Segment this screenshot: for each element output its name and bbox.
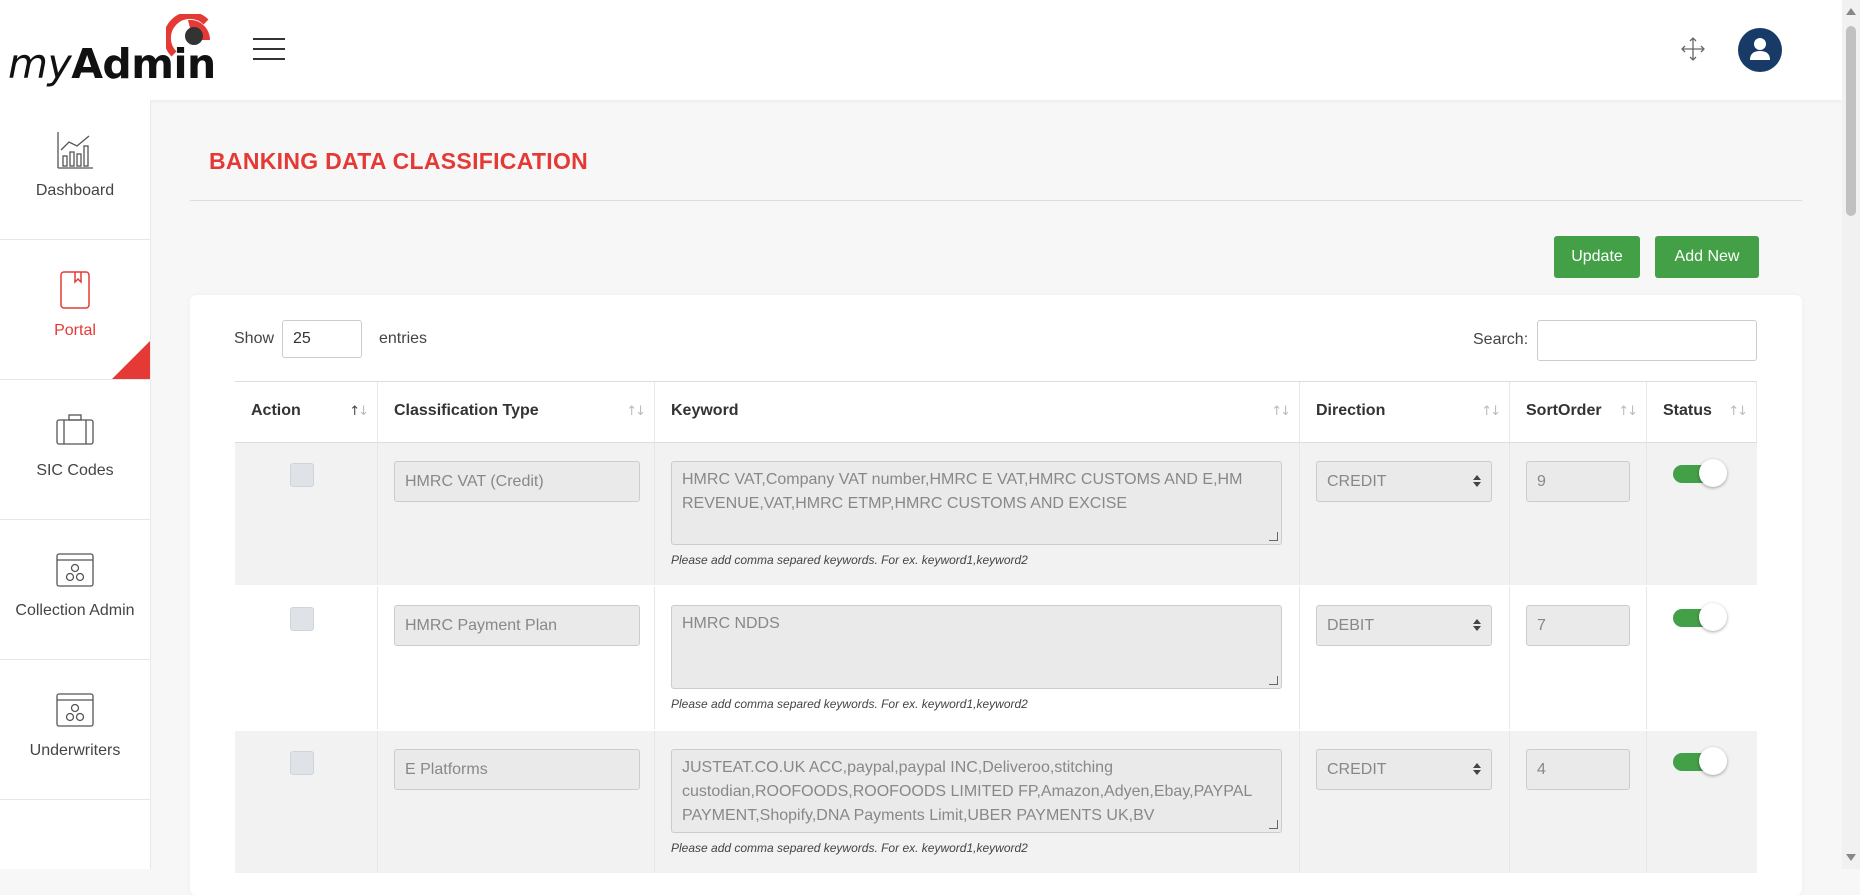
top-bar: myAdmin (0, 0, 1842, 100)
keyword-textarea[interactable]: JUSTEAT.CO.UK ACC,paypal,paypal INC,Deli… (671, 749, 1282, 833)
classification-type-field[interactable]: HMRC Payment Plan (394, 605, 640, 646)
direction-select[interactable]: DEBIT (1316, 605, 1492, 646)
sidebar-item-label: Dashboard (35, 182, 115, 199)
sidebar-item-sic-codes[interactable]: SIC Codes (0, 380, 150, 520)
column-header-keyword[interactable]: Keyword ↑↓ (655, 382, 1300, 442)
column-header-sortorder[interactable]: SortOrder ↑↓ (1510, 382, 1647, 442)
scroll-down-icon[interactable] (1846, 854, 1856, 861)
hamburger-icon[interactable] (253, 38, 285, 62)
row-checkbox[interactable] (290, 463, 314, 487)
logo-mark-icon (166, 14, 211, 57)
select-arrows-icon (1473, 763, 1481, 775)
scroll-up-icon[interactable] (1846, 8, 1856, 15)
sort-icon: ↑↓ (1728, 404, 1748, 419)
table-row: E Platforms JUSTEAT.CO.UK ACC,paypal,pay… (235, 731, 1757, 875)
resize-handle-icon[interactable] (1269, 676, 1278, 685)
status-toggle[interactable] (1673, 747, 1727, 775)
classification-type-field[interactable]: E Platforms (394, 749, 640, 790)
classification-type-field[interactable]: HMRC VAT (Credit) (394, 461, 640, 502)
sidebar-item-label: Underwriters (29, 742, 121, 759)
table-row: HMRC Payment Plan HMRC NDDS Please add c… (235, 587, 1757, 731)
window-gears-icon (56, 553, 94, 587)
keyword-hint: Please add comma separed keywords. For e… (671, 841, 1028, 855)
book-icon (60, 271, 90, 309)
sort-icon: ↑↓ (1481, 404, 1501, 419)
sidebar-item-underwriters[interactable]: Underwriters (0, 660, 150, 800)
direction-select[interactable]: CREDIT (1316, 461, 1492, 502)
entries-label: entries (379, 330, 428, 347)
keyword-hint: Please add comma separed keywords. For e… (671, 553, 1028, 567)
page-scrollbar[interactable] (1842, 0, 1860, 869)
add-new-button[interactable]: Add New (1655, 236, 1759, 278)
user-icon (1750, 38, 1770, 60)
row-checkbox[interactable] (290, 751, 314, 775)
show-label: Show (234, 330, 275, 347)
status-toggle[interactable] (1673, 459, 1727, 487)
select-arrows-icon (1473, 619, 1481, 631)
resize-handle-icon[interactable] (1269, 820, 1278, 829)
sort-icon: ↑↓ (349, 404, 369, 419)
sort-icon: ↑↓ (1618, 404, 1638, 419)
sortorder-field[interactable]: 7 (1526, 605, 1630, 646)
select-arrows-icon (1473, 475, 1481, 487)
user-avatar[interactable] (1738, 28, 1782, 72)
column-header-status[interactable]: Status ↑↓ (1647, 382, 1757, 442)
direction-select[interactable]: CREDIT (1316, 749, 1492, 790)
row-checkbox[interactable] (290, 607, 314, 631)
column-header-classification-type[interactable]: Classification Type ↑↓ (378, 382, 655, 442)
keyword-textarea[interactable]: HMRC NDDS (671, 605, 1282, 689)
table-row: HMRC VAT (Credit) HMRC VAT,Company VAT n… (235, 443, 1757, 587)
sidebar-item-collection-admin[interactable]: Collection Admin (0, 520, 150, 660)
column-header-action[interactable]: Action ↑↓ (235, 382, 378, 442)
page-title: BANKING DATA CLASSIFICATION (209, 148, 589, 174)
briefcase-icon (56, 414, 94, 445)
sidebar-item-portal[interactable]: Portal (0, 240, 150, 380)
sidebar-item-dashboard[interactable]: Dashboard (0, 100, 150, 240)
sidebar: Dashboard Portal SIC Codes Collection Ad… (0, 100, 151, 869)
sidebar-item-label: Portal (54, 322, 96, 339)
column-header-direction[interactable]: Direction ↑↓ (1300, 382, 1510, 442)
expand-icon[interactable] (1680, 36, 1706, 62)
sidebar-item-label: Collection Admin (15, 602, 135, 619)
logo-my: my (8, 40, 72, 88)
search-input[interactable] (1537, 320, 1757, 361)
keyword-hint: Please add comma separed keywords. For e… (671, 697, 1028, 711)
chart-icon (57, 132, 93, 169)
divider (190, 200, 1802, 201)
sortorder-field[interactable]: 4 (1526, 749, 1630, 790)
sort-icon: ↑↓ (626, 404, 646, 419)
resize-handle-icon[interactable] (1269, 532, 1278, 541)
table-header: Action ↑↓ Classification Type ↑↓ Keyword… (235, 381, 1757, 444)
sortorder-field[interactable]: 9 (1526, 461, 1630, 502)
sidebar-item-label: SIC Codes (36, 462, 114, 479)
update-button[interactable]: Update (1554, 236, 1640, 278)
search-label: Search: (1473, 331, 1529, 348)
sort-icon: ↑↓ (1271, 404, 1291, 419)
keyword-textarea[interactable]: HMRC VAT,Company VAT number,HMRC E VAT,H… (671, 461, 1282, 545)
window-gears-icon (56, 693, 94, 727)
scrollbar-thumb[interactable] (1846, 26, 1856, 216)
active-indicator (112, 341, 150, 379)
status-toggle[interactable] (1673, 603, 1727, 631)
page-length-input[interactable]: 25 (282, 320, 362, 358)
